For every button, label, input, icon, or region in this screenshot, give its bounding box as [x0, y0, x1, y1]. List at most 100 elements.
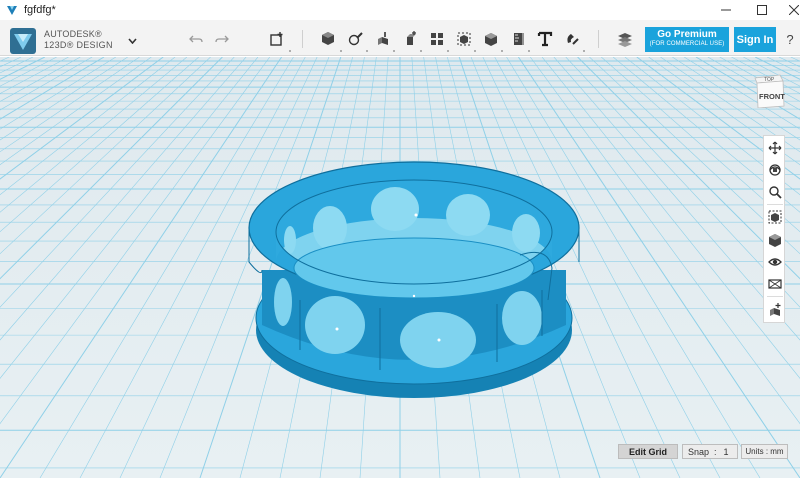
close-icon	[789, 5, 799, 15]
snapshot-button[interactable]	[766, 301, 784, 319]
snap-tool-button[interactable]	[562, 29, 582, 49]
window-title: fgfdfg*	[24, 4, 56, 16]
visibility-button[interactable]	[766, 253, 784, 271]
pan-icon	[768, 141, 782, 155]
undo-button[interactable]	[186, 29, 206, 49]
grid-line	[0, 57, 140, 153]
modify-button[interactable]	[400, 29, 420, 49]
construct-icon	[378, 32, 388, 45]
snap-separator: :	[714, 446, 717, 457]
brand-line1: AUTODESK®	[44, 29, 102, 39]
group-icon	[457, 32, 471, 46]
minimize-icon	[721, 9, 731, 11]
grid-line	[0, 57, 69, 94]
edit-grid-button[interactable]: Edit Grid	[618, 444, 678, 459]
redo-icon	[215, 35, 229, 43]
grid-line	[719, 57, 800, 102]
3d-viewport[interactable]	[0, 57, 800, 478]
units-dropdown[interactable]: Units : mm	[741, 444, 788, 459]
grid-line	[0, 57, 152, 166]
pan-button[interactable]	[766, 139, 784, 157]
title-bar: fgfdfg*	[0, 0, 800, 20]
material-icon	[618, 33, 632, 47]
visibility-icon	[768, 258, 782, 266]
grid-line	[0, 57, 128, 141]
brand-label[interactable]: AUTODESK® 123D® DESIGN	[44, 29, 113, 50]
maximize-button[interactable]	[745, 0, 779, 20]
toolbar-divider	[598, 30, 599, 48]
app-logo-icon	[7, 6, 17, 15]
snap-tool-icon	[567, 34, 579, 45]
grid-line	[0, 57, 271, 425]
group-button[interactable]	[454, 29, 474, 49]
pattern-icon	[431, 33, 443, 45]
views-button[interactable]	[766, 231, 784, 249]
zoom-icon	[769, 186, 782, 199]
grid-line	[0, 57, 235, 308]
pattern-button[interactable]	[427, 29, 447, 49]
text-button[interactable]	[535, 29, 555, 49]
redo-button[interactable]	[212, 29, 232, 49]
sketch-icon	[348, 32, 363, 46]
grid-line	[541, 57, 800, 379]
chevron-down-icon[interactable]	[128, 38, 137, 44]
fit-icon	[768, 210, 782, 224]
primitives-button[interactable]	[318, 29, 338, 49]
grid-line	[0, 57, 259, 379]
fit-button[interactable]	[766, 208, 784, 226]
toolbar-divider	[302, 30, 303, 48]
grid-line	[0, 57, 10, 62]
viewcube-front-label: FRONT	[759, 92, 785, 101]
view-cube[interactable]: TOP FRONT	[752, 72, 786, 108]
grid-line	[79, 57, 306, 478]
premium-sublabel: (FOR COMMERCIAL USE)	[649, 41, 725, 47]
grid-line	[529, 57, 800, 425]
undo-icon	[189, 35, 203, 43]
new-primitive-button[interactable]	[267, 29, 287, 49]
grid-line	[0, 57, 176, 196]
materials-button[interactable]	[766, 275, 784, 293]
zoom-button[interactable]	[766, 183, 784, 201]
scene-canvas[interactable]	[0, 57, 800, 478]
grid-line	[0, 57, 283, 478]
help-button[interactable]: ?	[781, 29, 799, 49]
grid-line	[517, 57, 800, 478]
combine-icon	[485, 33, 497, 46]
brand-line2: 123D® DESIGN	[44, 40, 113, 50]
views-icon	[769, 234, 781, 247]
measure-button[interactable]	[508, 29, 528, 49]
measure-icon	[514, 33, 524, 45]
grid-line	[0, 57, 199, 233]
grid-line	[0, 57, 211, 255]
grid-line	[0, 57, 57, 87]
snapshot-icon	[770, 303, 781, 316]
sketch-button[interactable]	[346, 29, 366, 49]
orbit-button[interactable]	[766, 161, 784, 179]
grid-line	[0, 57, 81, 102]
modify-icon	[407, 31, 416, 45]
grid-line	[0, 57, 105, 120]
minimize-button[interactable]	[709, 0, 743, 20]
new-primitive-icon	[270, 32, 283, 46]
ring-model[interactable]	[248, 161, 580, 398]
app-window: fgfdfg* AUTODESK® 123D® DESIGN Go Premiu…	[0, 0, 800, 478]
snap-dropdown[interactable]: Snap : 1	[682, 444, 738, 459]
app-logo[interactable]	[10, 28, 36, 54]
snap-value: 1	[723, 446, 729, 457]
viewcube-top-label: TOP	[764, 77, 775, 83]
sign-in-button[interactable]: Sign In	[734, 27, 776, 52]
premium-label: Go Premium	[657, 29, 717, 40]
grid-line	[0, 57, 34, 74]
construct-button[interactable]	[373, 29, 393, 49]
close-button[interactable]	[777, 0, 800, 20]
grid-line	[790, 57, 800, 62]
go-premium-button[interactable]: Go Premium (FOR COMMERCIAL USE)	[645, 27, 729, 52]
text-icon	[537, 31, 553, 47]
grid-line	[0, 57, 117, 130]
combine-button[interactable]	[481, 29, 501, 49]
orbit-icon	[769, 164, 781, 176]
maximize-icon	[757, 5, 767, 15]
primitives-icon	[322, 32, 334, 45]
materials-icon	[768, 279, 782, 289]
material-button[interactable]	[615, 29, 635, 49]
